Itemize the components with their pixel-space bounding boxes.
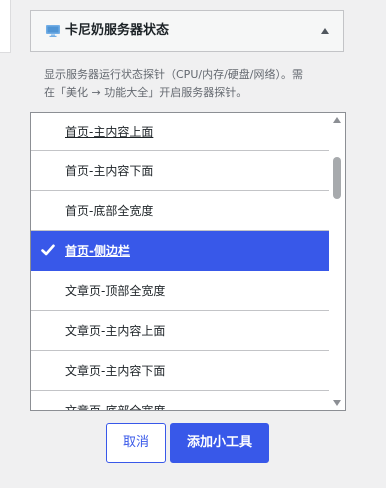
area-option[interactable]: 文章页-主内容下面 [31,351,331,391]
area-option[interactable]: 文章页-顶部全宽度 [31,271,331,311]
collapse-arrow-icon[interactable] [321,28,329,34]
area-option-label: 文章页-顶部全宽度 [65,284,166,298]
area-option[interactable]: 首页-底部全宽度 [31,191,331,231]
monitor-icon [46,25,60,37]
area-option-label: 文章页-主内容下面 [65,364,166,378]
area-option-label: 首页-底部全宽度 [65,204,154,218]
area-option-label: 首页-主内容下面 [65,164,154,178]
area-option-label: 文章页-主内容上面 [65,324,166,338]
area-option[interactable]: 文章页-底部全宽度 [31,391,331,411]
scroll-thumb[interactable] [333,157,341,199]
scroll-down-arrow-icon[interactable] [333,400,341,406]
list-scrollbar[interactable] [329,113,345,410]
area-option-label: 文章页-底部全宽度 [65,404,166,411]
widget-header[interactable]: 卡尼奶服务器状态 [30,10,344,52]
area-option[interactable]: 首页-主内容下面 [31,151,331,191]
scroll-up-arrow-icon[interactable] [333,117,341,123]
widget-title: 卡尼奶服务器状态 [65,23,170,38]
area-option-selected[interactable]: 首页-侧边栏 [31,231,331,271]
sidebar-area-options: 首页-主内容上面 首页-主内容下面 首页-底部全宽度 首页-侧边栏 文章页-顶部… [31,113,331,411]
description-line-1: 显示服务器运行状态探针（CPU/内存/硬盘/网络）。需 [44,68,303,81]
add-widget-button[interactable]: 添加小工具 [170,423,269,463]
sidebar-area-list[interactable]: 首页-主内容上面 首页-主内容下面 首页-底部全宽度 首页-侧边栏 文章页-顶部… [30,112,346,411]
area-option-label: 首页-主内容上面 [65,125,154,139]
area-option-label: 首页-侧边栏 [65,244,130,258]
widget-description: 显示服务器运行状态探针（CPU/内存/硬盘/网络）。需 在「美化 → 功能大全」… [44,66,344,102]
checkmark-icon [41,244,55,256]
area-option[interactable]: 首页-主内容上面 [31,113,331,151]
cancel-button[interactable]: 取消 [106,423,166,463]
area-option[interactable]: 文章页-主内容上面 [31,311,331,351]
description-line-2: 在「美化 → 功能大全」开启服务器探针。 [44,86,248,99]
adjacent-panel-edge [0,0,11,53]
